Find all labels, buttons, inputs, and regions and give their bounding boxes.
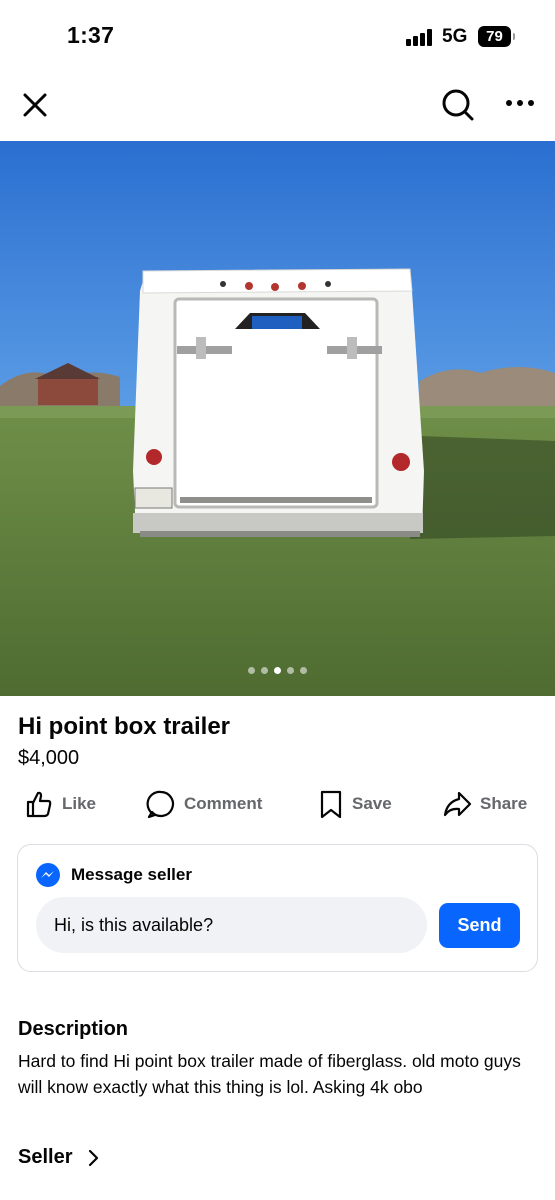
comment-label: Comment [184, 794, 263, 813]
message-seller-card: Message seller Send [17, 844, 538, 972]
like-label: Like [62, 794, 97, 813]
message-input[interactable] [36, 897, 427, 953]
pager-dot-active[interactable] [274, 667, 281, 674]
pager-dot[interactable] [248, 667, 255, 674]
pager-dot[interactable] [300, 667, 307, 674]
more-icon[interactable] [504, 95, 536, 111]
seller-label: Seller [18, 1146, 73, 1168]
chevron-right-icon [89, 1149, 99, 1166]
description-text: Hard to find Hi point box trailer made o… [18, 1051, 521, 1097]
network-label: 5G [442, 26, 468, 47]
top-nav [0, 74, 555, 140]
signal-icon [406, 29, 434, 46]
share-label: Share [480, 794, 528, 813]
bookmark-icon [320, 790, 342, 819]
pager-dot[interactable] [261, 667, 268, 674]
save-label: Save [352, 794, 392, 813]
description-heading: Description [18, 1018, 129, 1040]
share-icon [443, 791, 472, 817]
close-icon[interactable] [20, 90, 50, 120]
listing-title: Hi point box trailer [18, 713, 231, 740]
messenger-icon [36, 863, 60, 887]
comment-button[interactable]: Comment [146, 786, 262, 822]
comment-icon [146, 790, 175, 819]
thumbs-up-icon [26, 791, 52, 818]
listing-price: $4,000 [18, 747, 80, 769]
battery-icon: 79 [478, 26, 515, 47]
message-seller-header: Message seller [36, 863, 192, 887]
share-button[interactable]: Share [442, 786, 527, 822]
seller-row[interactable]: Seller [18, 1146, 100, 1169]
message-seller-title: Message seller [71, 865, 192, 884]
pager-dot[interactable] [287, 667, 294, 674]
like-button[interactable]: Like [24, 786, 96, 822]
action-bar: Like Comment Save Share [0, 786, 555, 822]
search-icon[interactable] [440, 87, 476, 123]
status-time: 1:37 [67, 22, 115, 48]
listing-photo[interactable] [0, 141, 555, 696]
photo-pager[interactable] [0, 667, 555, 674]
status-bar: 1:37 5G 79 [0, 0, 555, 74]
send-button[interactable]: Send [439, 903, 520, 948]
save-button[interactable]: Save [318, 786, 392, 822]
